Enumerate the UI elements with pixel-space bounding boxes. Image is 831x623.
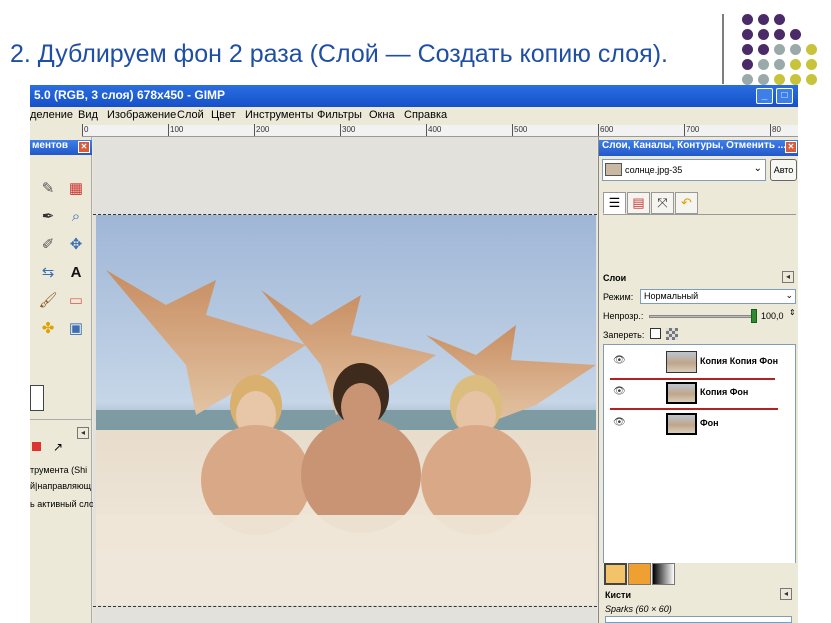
eraser-tool-icon[interactable]: ▭ bbox=[66, 291, 86, 311]
layer-row[interactable]: 👁 Фон bbox=[604, 411, 795, 438]
gimp-screenshot: 5.0 (RGB, 3 слоя) 678x450 - GIMP _ □ дел… bbox=[30, 85, 798, 623]
menu-image[interactable]: Изображение bbox=[107, 109, 176, 121]
tab-brushes-icon[interactable] bbox=[604, 563, 627, 585]
divider-line bbox=[722, 14, 724, 84]
brushes-panel: Кисти ◂ Sparks (60 × 60) bbox=[599, 563, 798, 623]
panel-menu-icon[interactable]: ◂ bbox=[782, 271, 794, 283]
image-name: солнце.jpg-35 bbox=[625, 165, 683, 175]
panel-title: Слои bbox=[603, 273, 627, 283]
eye-icon[interactable]: 👁 bbox=[613, 386, 626, 397]
layer-name: Фон bbox=[700, 418, 719, 428]
panel-menu-icon[interactable]: ◂ bbox=[780, 588, 792, 600]
layer-boundary bbox=[93, 606, 597, 607]
mode-value: Нормальный bbox=[644, 291, 699, 301]
zoom-tool-icon[interactable]: ⌕ bbox=[66, 207, 86, 227]
color-swatch[interactable] bbox=[30, 385, 44, 411]
layer-thumbnail bbox=[666, 351, 697, 373]
image-canvas[interactable] bbox=[93, 137, 597, 623]
toolbox-title: ментов ✕ bbox=[30, 140, 92, 155]
lock-alpha-icon[interactable] bbox=[666, 328, 678, 340]
brush-grid[interactable] bbox=[605, 616, 792, 623]
tool-option-text: ь активный сло bbox=[30, 499, 94, 509]
slide-title: 2. Дублируем фон 2 раза (Слой — Создать … bbox=[10, 40, 668, 68]
mermaids-illustration bbox=[96, 270, 596, 605]
opacity-label: Непрозр.: bbox=[603, 311, 644, 321]
tab-undo-icon[interactable]: ↶ bbox=[675, 192, 698, 214]
heal-tool-icon[interactable]: ✤ bbox=[38, 319, 58, 339]
measure-tool-icon[interactable]: ↗ bbox=[48, 437, 68, 457]
minimize-button[interactable]: _ bbox=[756, 88, 773, 104]
slider-handle[interactable] bbox=[751, 309, 757, 323]
mode-label: Режим: bbox=[603, 292, 634, 302]
tab-paths-icon[interactable]: ⤧ bbox=[651, 192, 674, 214]
slide: 2. Дублируем фон 2 раза (Слой — Создать … bbox=[0, 0, 831, 623]
horizontal-ruler: 0 100 200 300 400 500 600 700 80 bbox=[82, 124, 798, 137]
menu-filters[interactable]: Фильтры bbox=[317, 109, 362, 121]
chevron-down-icon[interactable]: ⌄ bbox=[785, 290, 793, 301]
menu-tools[interactable]: Инструменты bbox=[245, 109, 314, 121]
window-titlebar: 5.0 (RGB, 3 слоя) 678x450 - GIMP _ □ bbox=[30, 85, 798, 107]
menu-windows[interactable]: Окна bbox=[369, 109, 395, 121]
opacity-slider[interactable] bbox=[649, 309, 757, 323]
image-selector[interactable]: солнце.jpg-35 ⌄ bbox=[602, 159, 766, 181]
layer-name: Копия Фон bbox=[700, 387, 749, 397]
color-picker-icon[interactable]: ▦ bbox=[66, 179, 86, 199]
window-title: 5.0 (RGB, 3 слоя) 678x450 - GIMP bbox=[34, 88, 226, 102]
move-tool-icon[interactable]: ✥ bbox=[66, 235, 86, 255]
maximize-button[interactable]: □ bbox=[776, 88, 793, 104]
menu-bar: деление Вид Изображение Слой Цвет Инстру… bbox=[30, 107, 798, 125]
auto-button[interactable]: Авто bbox=[770, 159, 797, 181]
clone-tool-icon[interactable]: ▣ bbox=[66, 319, 86, 339]
tool-option-text: трумента (Shi bbox=[30, 465, 88, 475]
paintbrush-tool-icon[interactable]: 🖌 bbox=[38, 291, 58, 311]
lock-checkbox[interactable] bbox=[650, 328, 661, 339]
tab-channels-icon[interactable]: ▤ bbox=[627, 192, 650, 214]
tab-underline bbox=[603, 214, 796, 215]
menu-selection[interactable]: деление bbox=[30, 109, 73, 121]
layer-thumbnail bbox=[666, 413, 697, 435]
underline-annotation bbox=[610, 408, 778, 410]
tool-option-text: й|направляющ bbox=[30, 481, 92, 491]
layer-row[interactable]: 👁 Копия Фон bbox=[604, 380, 795, 407]
dock-title: Слои, Каналы, Контуры, Отменить ... ✕ bbox=[599, 140, 798, 156]
layer-thumbnail bbox=[666, 382, 697, 404]
tab-gradients-icon[interactable] bbox=[652, 563, 675, 585]
layers-dock: Слои, Каналы, Контуры, Отменить ... ✕ со… bbox=[598, 137, 798, 623]
brush-tool-icon[interactable]: ✐ bbox=[38, 235, 58, 255]
menu-colors[interactable]: Цвет bbox=[211, 109, 236, 121]
close-icon[interactable]: ✕ bbox=[785, 141, 797, 153]
eye-icon[interactable]: 👁 bbox=[613, 417, 626, 428]
menu-layer[interactable]: Слой bbox=[177, 109, 204, 121]
lock-label: Запереть: bbox=[603, 330, 645, 340]
tab-layers-icon[interactable]: ☰ bbox=[603, 192, 626, 214]
tab-patterns-icon[interactable] bbox=[628, 563, 651, 585]
chevron-down-icon[interactable]: ⌄ bbox=[754, 163, 762, 174]
toolbox-panel: ментов ✕ ✎ ▦ ✒ ⌕ ✐ ✥ ⇆ A 🖌 ▭ ✤ ▣ ◂ ↗ тру… bbox=[30, 137, 94, 623]
eye-icon[interactable]: 👁 bbox=[613, 355, 626, 366]
opacity-value[interactable]: 100,0 bbox=[761, 311, 784, 321]
mode-select[interactable]: Нормальный ⌄ bbox=[640, 289, 796, 304]
panel-menu-icon[interactable]: ◂ bbox=[77, 427, 89, 439]
brushes-label: Кисти bbox=[605, 590, 631, 600]
eyedropper-tool-icon[interactable]: ✒ bbox=[38, 207, 58, 227]
mermaids-photo bbox=[96, 215, 596, 605]
red-square-icon bbox=[32, 442, 41, 451]
flip-tool-icon[interactable]: ⇆ bbox=[38, 263, 58, 283]
menu-view[interactable]: Вид bbox=[78, 109, 98, 121]
menu-help[interactable]: Справка bbox=[404, 109, 447, 121]
separator bbox=[30, 419, 92, 420]
image-thumbnail bbox=[605, 163, 622, 176]
spin-arrows-icon[interactable]: ⇕ bbox=[789, 308, 796, 317]
close-icon[interactable]: ✕ bbox=[78, 141, 90, 153]
brush-name: Sparks (60 × 60) bbox=[605, 604, 672, 614]
layer-row[interactable]: 👁 Копия Копия Фон bbox=[604, 349, 795, 376]
pencil-tool-icon[interactable]: ✎ bbox=[38, 179, 58, 199]
text-tool-icon[interactable]: A bbox=[66, 263, 86, 283]
layer-name: Копия Копия Фон bbox=[700, 356, 779, 366]
